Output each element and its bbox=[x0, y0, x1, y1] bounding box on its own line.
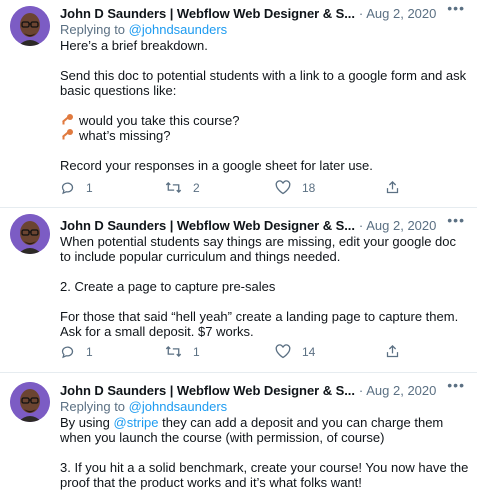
share-button[interactable] bbox=[385, 344, 400, 359]
more-icon[interactable]: ••• bbox=[447, 378, 465, 392]
author-name[interactable]: John D Saunders | Webflow Web Designer &… bbox=[60, 218, 355, 233]
text-line: when you launch the course (with permiss… bbox=[60, 430, 385, 445]
stripe-mention-link[interactable]: @stripe bbox=[114, 415, 159, 430]
key-emoji-icon bbox=[60, 128, 74, 144]
reply-button[interactable]: 1 bbox=[60, 344, 93, 359]
retweet-button[interactable]: 1 bbox=[165, 344, 200, 359]
bullet-text: would you take this course? bbox=[79, 113, 240, 128]
text-line: Send this doc to potential students with… bbox=[60, 68, 467, 83]
separator: · bbox=[358, 382, 364, 398]
text-line: When potential students say things are m… bbox=[60, 234, 457, 249]
line-rest-text: they can add a deposit and you can charg… bbox=[162, 415, 444, 430]
separator: · bbox=[358, 5, 364, 21]
more-icon[interactable]: ••• bbox=[447, 213, 465, 227]
tweet-header: John D Saunders | Webflow Web Designer &… bbox=[60, 216, 469, 234]
tweet-date[interactable]: Aug 2, 2020 bbox=[366, 6, 436, 21]
bullet-item: would you take this course? bbox=[60, 113, 469, 128]
text-line: By using @stripe they can add a deposit … bbox=[60, 415, 469, 430]
tweet-content: John D Saunders | Webflow Web Designer &… bbox=[60, 4, 469, 174]
text-line: Record your responses in a google sheet … bbox=[60, 158, 373, 173]
action-bar: 1 1 14 bbox=[60, 344, 420, 362]
like-count: 14 bbox=[302, 344, 316, 359]
bullet-text: what’s missing? bbox=[79, 128, 171, 143]
tweet-content: John D Saunders | Webflow Web Designer &… bbox=[60, 216, 469, 340]
tweet-date[interactable]: Aug 2, 2020 bbox=[366, 383, 436, 398]
text-line: 3. If you hit a a solid benchmark, creat… bbox=[60, 460, 469, 475]
text-line: 2. Create a page to capture pre-sales bbox=[60, 279, 276, 294]
tweet-3[interactable]: John D Saunders | Webflow Web Designer &… bbox=[0, 373, 477, 500]
like-button[interactable]: 18 bbox=[275, 180, 315, 195]
separator: · bbox=[358, 217, 364, 233]
author-name[interactable]: John D Saunders | Webflow Web Designer &… bbox=[60, 6, 355, 21]
tweet-header: John D Saunders | Webflow Web Designer &… bbox=[60, 381, 469, 399]
avatar[interactable] bbox=[10, 382, 50, 422]
text-line: Here’s a brief breakdown. bbox=[60, 38, 208, 53]
author-name[interactable]: John D Saunders | Webflow Web Designer &… bbox=[60, 383, 355, 398]
retweet-count: 1 bbox=[193, 344, 200, 359]
text-line: basic questions like: bbox=[60, 83, 177, 98]
tweet-1[interactable]: John D Saunders | Webflow Web Designer &… bbox=[0, 0, 477, 208]
retweet-icon bbox=[165, 345, 182, 358]
tweet-2[interactable]: John D Saunders | Webflow Web Designer &… bbox=[0, 208, 477, 373]
text-line: Ask for a small deposit. $7 works. bbox=[60, 324, 254, 339]
reply-count: 1 bbox=[86, 180, 93, 195]
key-emoji-icon bbox=[60, 113, 74, 129]
reply-icon bbox=[61, 182, 74, 195]
by-using-text: By using bbox=[60, 415, 110, 430]
action-bar: 1 2 18 bbox=[60, 180, 420, 198]
replying-prefix: Replying to bbox=[60, 22, 126, 37]
heart-icon bbox=[275, 180, 291, 195]
avatar[interactable] bbox=[10, 6, 50, 46]
bullet-item: what’s missing? bbox=[60, 128, 469, 143]
retweet-button[interactable]: 2 bbox=[165, 180, 200, 195]
retweet-count: 2 bbox=[193, 180, 200, 195]
replying-prefix: Replying to bbox=[60, 399, 126, 414]
mention-link[interactable]: @johndsaunders bbox=[129, 399, 227, 414]
tweet-content: John D Saunders | Webflow Web Designer &… bbox=[60, 381, 469, 491]
like-count: 18 bbox=[302, 180, 316, 195]
share-icon bbox=[386, 180, 399, 194]
text-line: proof that the product works and it’s wh… bbox=[60, 475, 362, 490]
reply-count: 1 bbox=[86, 344, 93, 359]
like-button[interactable]: 14 bbox=[275, 344, 315, 359]
retweet-icon bbox=[165, 181, 182, 194]
share-button[interactable] bbox=[385, 180, 400, 195]
heart-icon bbox=[275, 344, 291, 359]
replying-to: Replying to @johndsaunders bbox=[60, 399, 469, 415]
reply-icon bbox=[61, 346, 74, 359]
avatar[interactable] bbox=[10, 214, 50, 254]
share-icon bbox=[386, 344, 399, 358]
more-icon[interactable]: ••• bbox=[447, 1, 465, 15]
reply-button[interactable]: 1 bbox=[60, 180, 93, 195]
mention-link[interactable]: @johndsaunders bbox=[129, 22, 227, 37]
tweet-date[interactable]: Aug 2, 2020 bbox=[366, 218, 436, 233]
text-line: For those that said “hell yeah” create a… bbox=[60, 309, 459, 324]
text-line: to include popular curriculum and things… bbox=[60, 249, 341, 264]
tweet-header: John D Saunders | Webflow Web Designer &… bbox=[60, 4, 469, 22]
replying-to: Replying to @johndsaunders bbox=[60, 22, 469, 38]
